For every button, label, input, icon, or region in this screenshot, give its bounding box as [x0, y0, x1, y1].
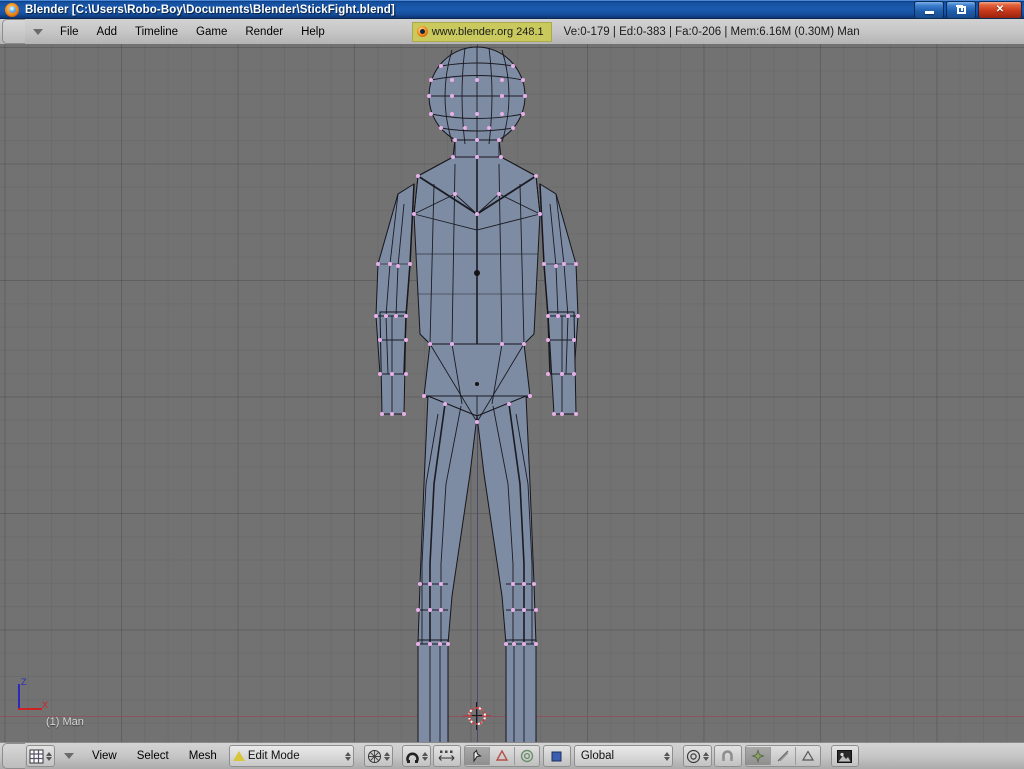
edit-mode-triangle-icon	[232, 751, 245, 761]
menu-timeline[interactable]: Timeline	[126, 23, 187, 41]
transform-widget-toggle[interactable]	[542, 745, 571, 767]
orientation-dropdown[interactable]: Global	[573, 745, 673, 767]
edge-select-mode-icon[interactable]	[490, 747, 515, 765]
select-mode-group	[463, 745, 540, 767]
3d-view-editor-icon[interactable]	[26, 745, 55, 767]
window-title: Blender [C:\Users\Robo-Boy\Documents\Ble…	[25, 3, 395, 16]
menu-pulldown-icon[interactable]	[25, 20, 51, 43]
proportional-edit-group	[744, 745, 821, 767]
header-pull-tab[interactable]	[2, 19, 25, 44]
menu-game[interactable]: Game	[187, 23, 236, 41]
menu-view[interactable]: View	[82, 747, 127, 765]
man-mesh-object[interactable]	[0, 44, 1024, 742]
scene-statistics: Ve:0-179 | Ed:0-383 | Fa:0-206 | Mem:6.1…	[563, 25, 860, 38]
footer-pull-tab[interactable]	[2, 743, 25, 769]
mesh-noise-icon[interactable]	[771, 747, 796, 765]
blender-logo-icon	[4, 2, 20, 18]
3d-viewport[interactable]: Z X (1) Man	[0, 44, 1024, 742]
orientation-label: Global	[580, 750, 615, 762]
menu-help[interactable]: Help	[292, 23, 334, 41]
3d-view-header: View Select Mesh Edit Mode Global	[0, 742, 1024, 769]
menu-select[interactable]: Select	[127, 747, 179, 765]
occlude-background-geometry-icon[interactable]	[401, 745, 431, 767]
close-button[interactable]: ✕	[978, 1, 1022, 19]
gizmo-z-label: Z	[21, 677, 27, 687]
menu-render[interactable]: Render	[236, 23, 292, 41]
version-label: www.blender.org 248.1	[431, 25, 544, 38]
top-header-bar: File Add Timeline Game Render Help www.b…	[0, 19, 1024, 45]
blender-logo-icon	[416, 26, 428, 37]
limit-selection-to-visible-icon[interactable]	[432, 745, 461, 767]
pivot-median-point-icon[interactable]	[682, 745, 712, 767]
window-controls: ✕	[914, 1, 1022, 19]
axis-gizmo: Z X	[12, 677, 58, 720]
proportional-editing-icon[interactable]	[745, 747, 771, 765]
footer-menu-pulldown-icon[interactable]	[56, 745, 82, 768]
viewport-shading-icon[interactable]	[363, 745, 393, 767]
window-titlebar: Blender [C:\Users\Robo-Boy\Documents\Ble…	[0, 0, 1024, 19]
version-badge[interactable]: www.blender.org 248.1	[411, 21, 552, 42]
mode-dropdown[interactable]: Edit Mode	[228, 745, 354, 767]
vertex-select-mode-icon[interactable]	[464, 747, 490, 765]
gizmo-x-label: X	[42, 700, 49, 710]
snap-magnet-icon[interactable]	[713, 745, 742, 767]
blender-window: Blender [C:\Users\Robo-Boy\Documents\Ble…	[0, 0, 1024, 769]
face-select-mode-icon[interactable]	[515, 747, 539, 765]
menu-add[interactable]: Add	[88, 23, 126, 41]
restore-button[interactable]	[946, 1, 976, 19]
menu-mesh[interactable]: Mesh	[179, 747, 227, 765]
render-preview-icon[interactable]	[830, 745, 859, 767]
mode-label: Edit Mode	[247, 750, 300, 762]
menu-file[interactable]: File	[51, 23, 88, 41]
3d-cursor-icon	[463, 702, 491, 730]
minimize-button[interactable]	[914, 1, 944, 19]
active-object-label: (1) Man	[46, 716, 84, 728]
render-face-icon[interactable]	[796, 747, 820, 765]
